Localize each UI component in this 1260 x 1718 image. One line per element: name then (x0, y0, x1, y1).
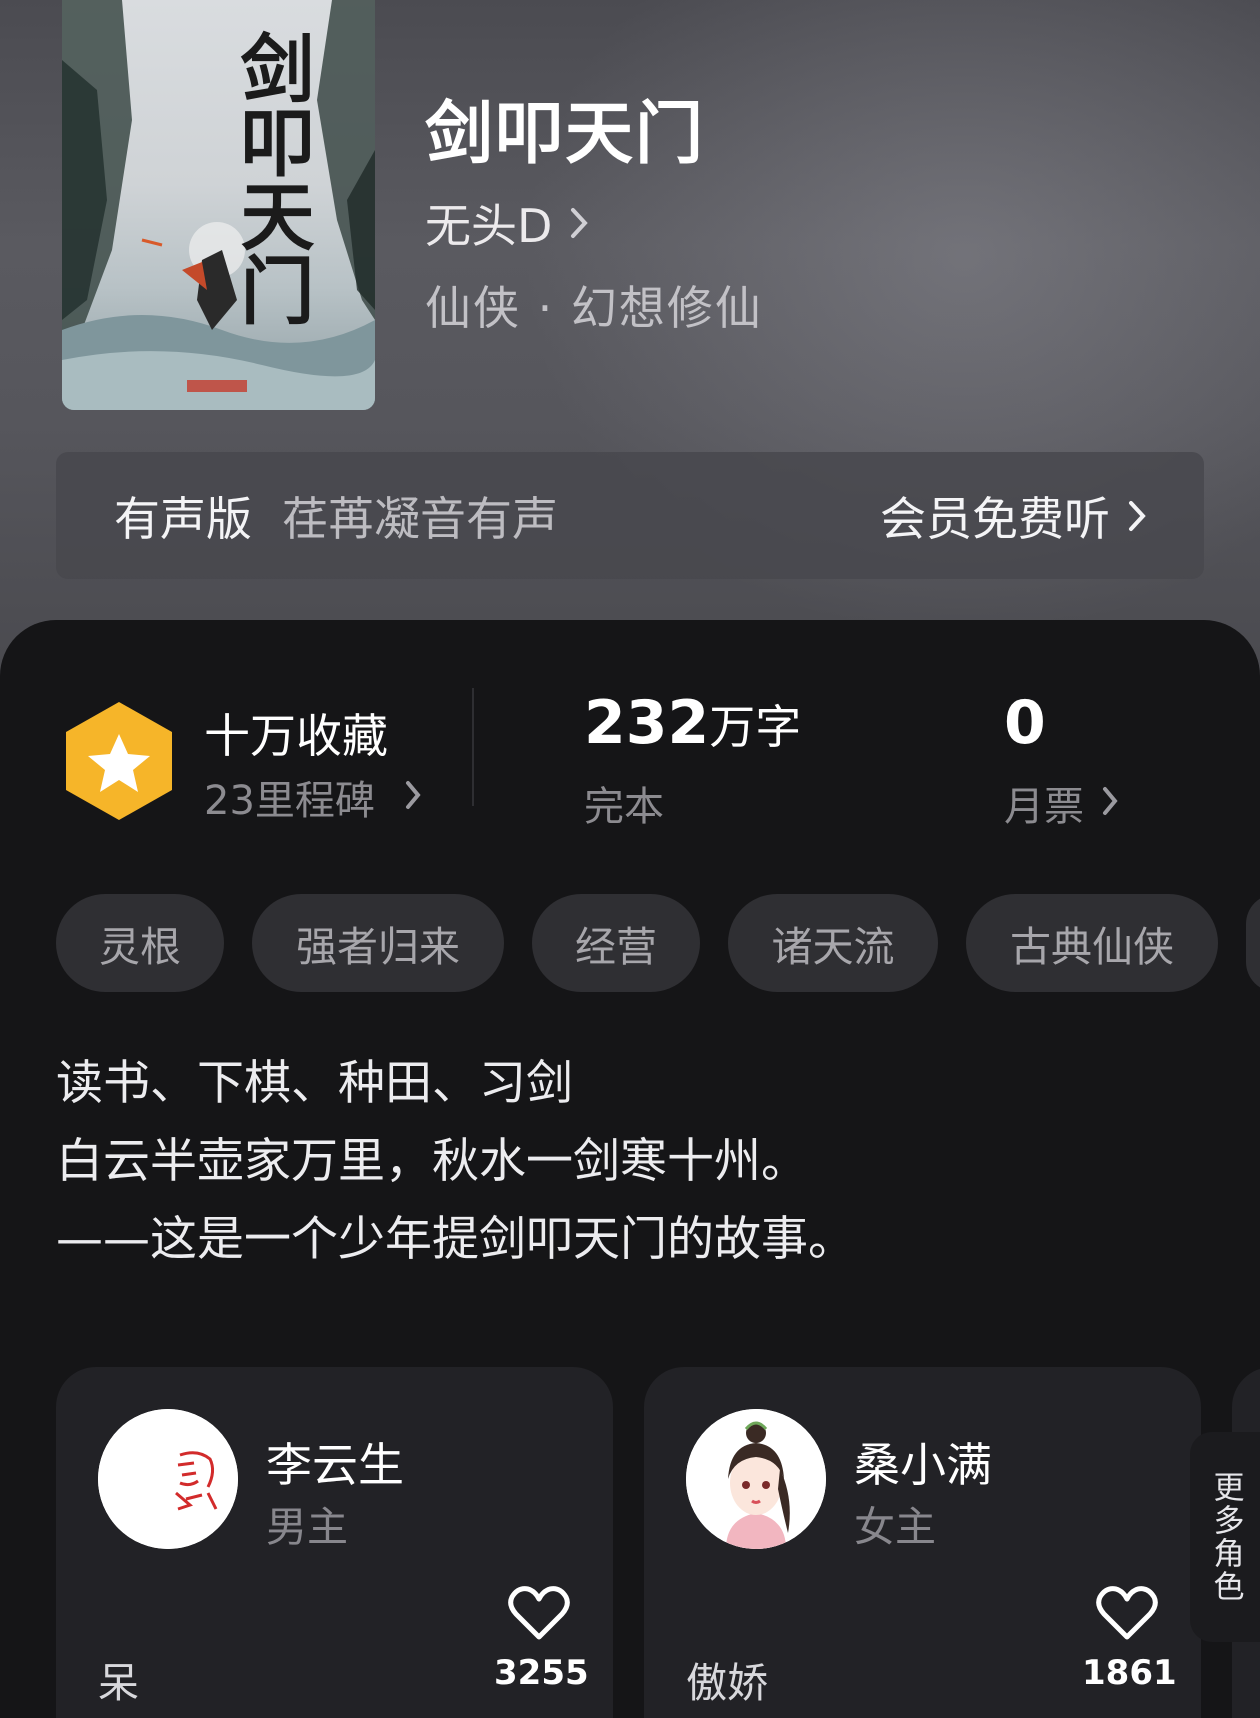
tag-chip[interactable]: 灵根 (56, 894, 224, 992)
word-count-number: 232 (584, 688, 710, 758)
collection-count: 十万收藏 (204, 709, 388, 763)
chevron-right-icon (1102, 780, 1118, 826)
completion-status: 完本 (584, 784, 664, 830)
chevron-right-icon (405, 774, 421, 820)
tag-chip-overflow[interactable] (1246, 894, 1260, 992)
member-listen-link[interactable]: 会员免费听 (880, 483, 1146, 549)
character-name: 桑小满 (854, 1438, 992, 1492)
book-description[interactable]: 读书、下棋、种田、习剑 白云半壶家万里，秋水一剑寒十州。 ——这是一个少年提剑叩… (56, 1045, 1216, 1279)
character-card[interactable]: 桑小满 女主 傲娇 1861 (644, 1367, 1201, 1718)
character-trait: 傲娇 (686, 1659, 768, 1707)
tag-chip[interactable]: 古典仙侠 (966, 894, 1218, 992)
like-count: 3255 (494, 1653, 589, 1693)
stat-divider (472, 688, 474, 806)
description-line: ——这是一个少年提剑叩天门的故事。 (56, 1212, 855, 1267)
monthly-votes-number: 0 (1004, 688, 1046, 758)
tag-chip[interactable]: 诸天流 (728, 894, 938, 992)
milestone-label: 23里程碑 (204, 778, 375, 824)
heart-icon[interactable] (1096, 1585, 1158, 1645)
character-card[interactable]: 李云生 男主 呆 3255 (56, 1367, 613, 1718)
audio-version-bar[interactable]: 有声版 荏苒凝音有声 会员免费听 (56, 452, 1204, 579)
book-title: 剑叩天门 (425, 94, 706, 174)
book-cover[interactable]: 剑叩天门 (62, 0, 375, 410)
collection-badge-icon (62, 698, 176, 828)
more-roles-button[interactable]: 更多角色 (1190, 1432, 1260, 1642)
word-count: 232万字 (584, 688, 801, 758)
character-role: 男主 (266, 1503, 348, 1551)
character-role: 女主 (854, 1503, 936, 1551)
like-count: 1861 (1082, 1653, 1177, 1693)
tag-chip[interactable]: 强者归来 (252, 894, 504, 992)
character-avatar (686, 1409, 826, 1549)
milestone-link[interactable]: 23里程碑 (204, 768, 421, 826)
cover-title: 剑叩天门 (228, 30, 314, 326)
member-listen-label: 会员免费听 (880, 491, 1110, 546)
description-line: 白云半壶家万里，秋水一剑寒十州。 (56, 1134, 808, 1189)
genre-label: 仙侠 · 幻想修仙 (425, 281, 763, 335)
heart-icon[interactable] (508, 1585, 570, 1645)
chevron-right-icon (1128, 489, 1146, 543)
monthly-votes-link[interactable]: 月票 (1004, 774, 1118, 832)
character-avatar (98, 1409, 238, 1549)
cover-illustration (62, 0, 375, 410)
author-link[interactable]: 无头D (425, 190, 589, 256)
girl-portrait-icon (686, 1409, 826, 1549)
monthly-votes-label: 月票 (1004, 784, 1084, 830)
word-count-unit: 万字 (709, 700, 802, 754)
seal-stamp-icon (98, 1409, 238, 1549)
tag-list: 灵根 强者归来 经营 诸天流 古典仙侠 (56, 894, 1260, 994)
audio-label: 有声版 (114, 491, 252, 546)
character-trait: 呆 (98, 1659, 139, 1707)
description-line: 读书、下棋、种田、习剑 (56, 1056, 573, 1111)
character-name: 李云生 (266, 1438, 404, 1492)
author-name: 无头D (425, 199, 553, 253)
chevron-right-icon (570, 196, 589, 250)
tag-chip[interactable]: 经营 (532, 894, 700, 992)
monthly-votes-count: 0 (1004, 688, 1046, 758)
audio-narrator: 荏苒凝音有声 (282, 491, 558, 546)
